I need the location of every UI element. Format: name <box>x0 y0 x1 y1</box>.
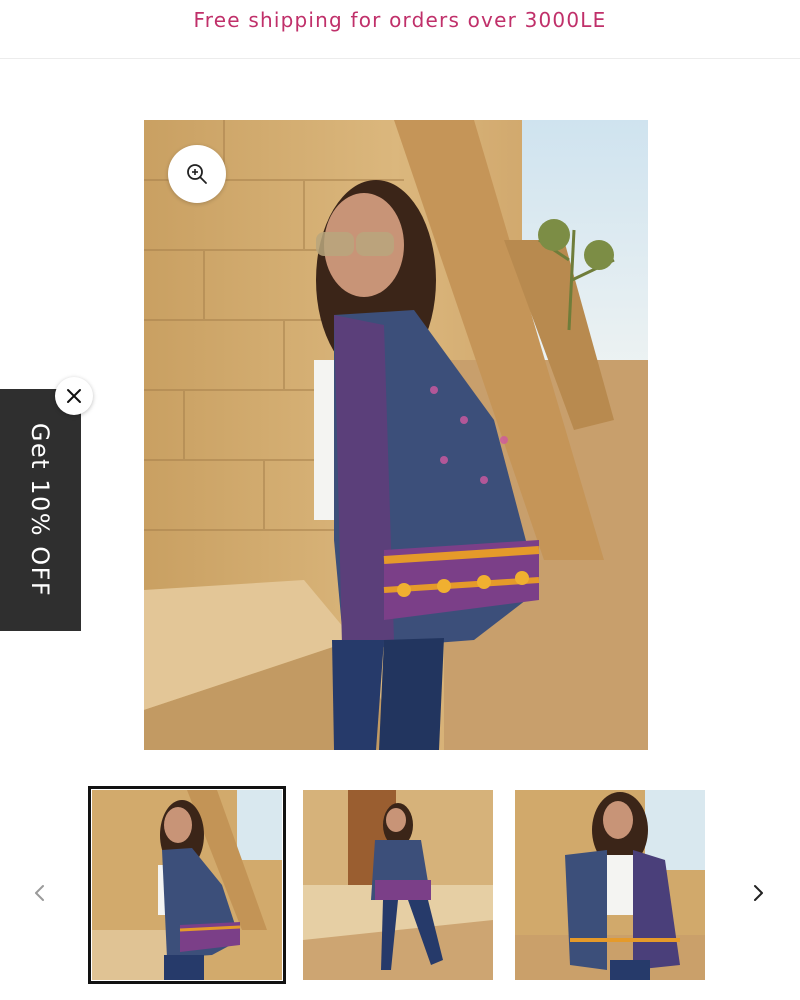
discount-promo-tab[interactable]: Get 10% OFF <box>0 389 81 631</box>
announcement-text: Free shipping for orders over 3000LE <box>193 8 607 32</box>
thumbnail-image <box>303 790 493 980</box>
promo-label: Get 10% OFF <box>26 422 54 598</box>
thumbnail-3[interactable] <box>515 790 705 980</box>
product-photo <box>144 120 648 750</box>
thumbnail-image <box>92 790 282 980</box>
chevron-right-icon <box>754 885 763 901</box>
thumbnail-2[interactable] <box>303 790 493 980</box>
thumbnail-1[interactable] <box>88 786 286 984</box>
chevron-left-icon <box>35 885 44 901</box>
main-product-image[interactable] <box>144 120 648 750</box>
promo-close-button[interactable] <box>55 377 93 415</box>
thumbnail-next-button[interactable] <box>740 875 776 911</box>
thumbnail-prev-button[interactable] <box>22 875 58 911</box>
announcement-bar: Free shipping for orders over 3000LE <box>0 0 800 59</box>
zoom-button[interactable] <box>168 145 226 203</box>
thumbnail-image <box>515 790 705 980</box>
zoom-in-icon <box>187 164 207 184</box>
close-icon <box>67 389 81 403</box>
